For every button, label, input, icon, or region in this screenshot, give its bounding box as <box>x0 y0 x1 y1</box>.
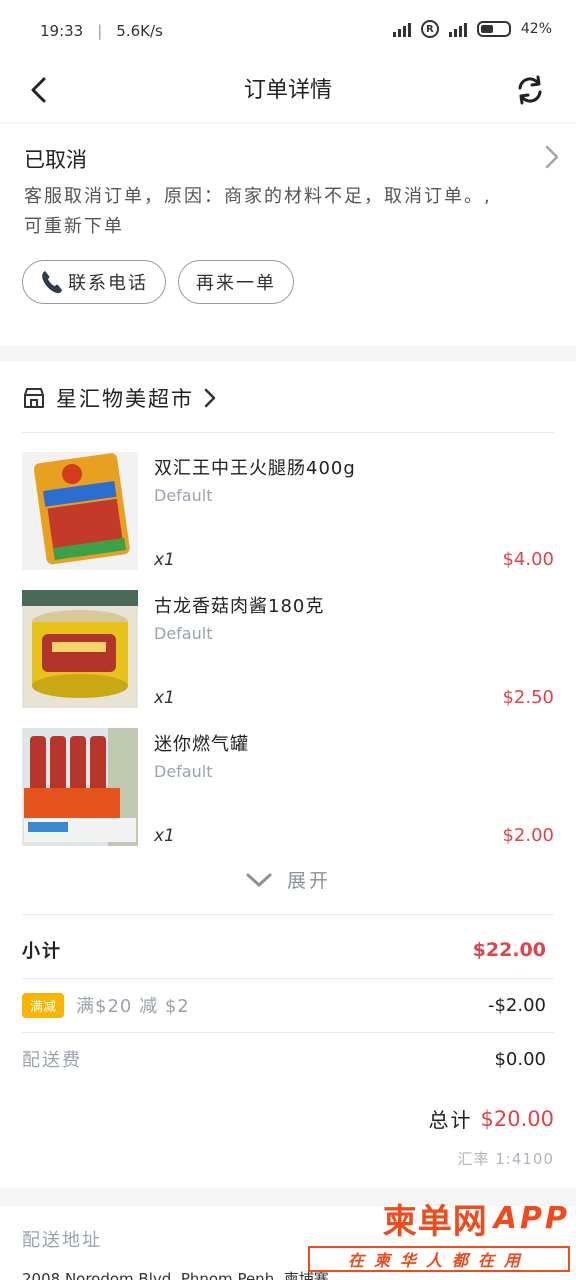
signal-icon <box>392 21 411 37</box>
order-status-title: 已取消 <box>24 148 87 172</box>
delivery-fee-row: 配送费 $0.00 <box>22 1039 546 1079</box>
total-row: 总计 $20.00 <box>429 1104 554 1133</box>
signal-icon-2 <box>448 21 467 37</box>
product-quantity: x1 <box>154 826 175 846</box>
divider <box>22 1032 554 1033</box>
list-item[interactable]: 迷你燃气罐 Default x1 $2.00 <box>22 728 554 846</box>
chevron-right-icon <box>204 388 216 408</box>
product-quantity: x1 <box>154 550 175 570</box>
page-title: 订单详情 <box>243 78 332 103</box>
product-image <box>22 452 138 570</box>
promotion-row: 满减 满$20 减 $2 -$2.00 <box>22 985 546 1025</box>
watermark-app: APP <box>493 1200 570 1236</box>
address-text: 2008 Norodom Blvd, Phnom Penh, 柬埔寨 <box>22 1270 329 1280</box>
registered-icon: R <box>420 20 439 38</box>
expand-button[interactable]: 展开 <box>0 866 576 893</box>
reorder-button[interactable]: 再来一单 <box>178 260 294 304</box>
subtotal-row: 小计 $22.00 <box>22 930 546 970</box>
divider <box>22 914 554 915</box>
watermark-top: 柬单网 APP <box>308 1196 570 1242</box>
total-value: $20.00 <box>480 1106 554 1131</box>
phone-icon <box>42 271 62 294</box>
divider <box>22 978 554 979</box>
call-button-label: 联系电话 <box>68 273 148 294</box>
battery-level: 42% <box>520 21 552 37</box>
expand-label: 展开 <box>286 870 331 892</box>
chevron-down-icon <box>246 873 272 886</box>
divider <box>22 432 554 433</box>
store-link[interactable]: 星汇物美超市 <box>22 380 216 416</box>
watermark-logo: 柬单网 APP 在柬华人都在用 <box>308 1196 570 1276</box>
address-label: 配送地址 <box>22 1230 102 1251</box>
promotion-text: 满$20 减 $2 <box>76 996 190 1017</box>
list-item[interactable]: 双汇王中王火腿肠400g Default x1 $4.00 <box>22 452 554 570</box>
store-icon <box>24 388 44 408</box>
status-bar: 19:33 | 5.6K/s R 42% <box>0 0 576 60</box>
watermark-slogan: 在柬华人都在用 <box>308 1246 570 1272</box>
product-name: 双汇王中王火腿肠400g <box>154 458 356 479</box>
product-variant: Default <box>154 486 213 505</box>
store-name: 星汇物美超市 <box>56 387 194 411</box>
exchange-rate: 汇率 1:4100 <box>457 1150 554 1168</box>
status-left: 19:33 | 5.6K/s <box>40 22 163 40</box>
cancel-reason: 客服取消订单，原因：商家的材料不足，取消订单。,可重新下单 <box>24 186 492 237</box>
order-status-card[interactable]: 已取消 客服取消订单，原因：商家的材料不足，取消订单。,可重新下单 联系电话 再… <box>0 124 576 346</box>
product-name: 迷你燃气罐 <box>154 734 249 755</box>
status-right: R 42% <box>392 20 552 38</box>
delivery-fee-value: $0.00 <box>494 1048 546 1070</box>
list-item[interactable]: 古龙香菇肉酱180克 Default x1 $2.50 <box>22 590 554 708</box>
status-time: 19:33 <box>40 22 84 40</box>
nav-bar: 订单详情 <box>0 60 576 122</box>
product-price: $2.50 <box>502 687 554 708</box>
promotion-info: 满减 满$20 减 $2 <box>22 992 190 1018</box>
product-variant: Default <box>154 624 213 643</box>
battery-icon <box>476 21 511 37</box>
refresh-button[interactable] <box>510 68 550 112</box>
refresh-icon <box>518 75 542 105</box>
product-quantity: x1 <box>154 688 175 708</box>
reorder-button-label: 再来一单 <box>196 273 276 294</box>
call-button[interactable]: 联系电话 <box>22 260 166 304</box>
product-name: 古龙香菇肉酱180克 <box>154 596 325 617</box>
product-image <box>22 590 138 708</box>
product-price: $4.00 <box>502 549 554 570</box>
chevron-right-icon[interactable] <box>544 144 560 174</box>
total-label: 总计 <box>428 1108 473 1132</box>
subtotal-label: 小计 <box>22 941 62 962</box>
promotion-badge: 满减 <box>22 992 65 1018</box>
promotion-value: -$2.00 <box>487 994 546 1016</box>
product-variant: Default <box>154 762 213 781</box>
delivery-fee-label: 配送费 <box>22 1050 82 1071</box>
subtotal-value: $22.00 <box>472 939 546 961</box>
status-speed: 5.6K/s <box>116 22 163 40</box>
product-price: $2.00 <box>502 825 554 846</box>
status-separator: | <box>97 22 103 40</box>
watermark-brand: 柬单网 <box>382 1201 488 1242</box>
product-image <box>22 728 138 846</box>
order-card: 星汇物美超市 双汇王中王火腿肠400g Default x1 $4.00 古龙香… <box>0 362 576 1188</box>
